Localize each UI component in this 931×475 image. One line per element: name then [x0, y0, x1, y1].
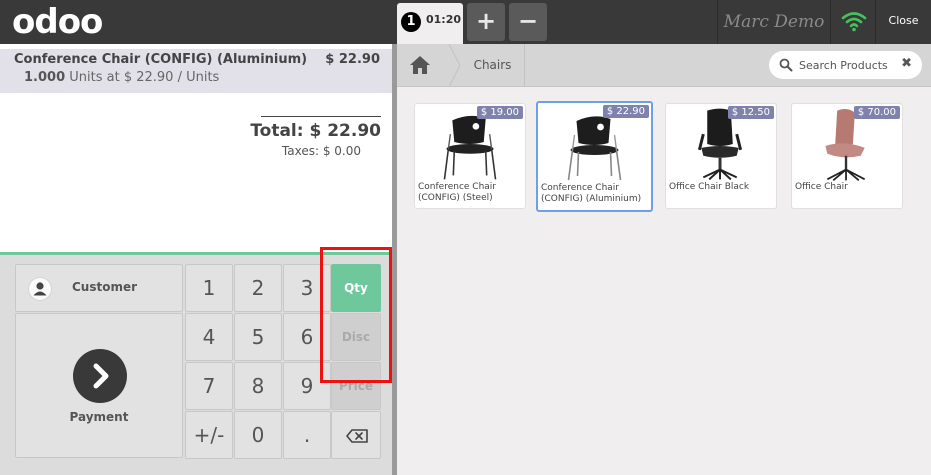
clear-search-icon[interactable]: ✖	[901, 56, 912, 71]
wifi-icon	[841, 12, 867, 32]
numpad-key-plus-minus[interactable]: +/-	[185, 411, 233, 459]
numpad-key-0[interactable]: 0	[234, 411, 282, 459]
order-taxes: Taxes: $ 0.00	[281, 144, 361, 158]
numpad-key-4[interactable]: 4	[185, 313, 233, 361]
backspace-button[interactable]	[331, 411, 381, 459]
order-line-product-name: Conference Chair (CONFIG) (Aluminium)	[14, 52, 308, 67]
order-line-price: $ 22.90	[325, 52, 380, 67]
customer-label: Customer	[72, 280, 138, 294]
breadcrumb-home[interactable]	[397, 44, 449, 87]
order-time: 01:20	[426, 13, 462, 26]
order-line-quantity: 1.000	[24, 70, 66, 85]
product-card[interactable]: $ 19.00 Conference Chair (CONFIG) (Steel…	[414, 103, 526, 209]
breadcrumb-chairs[interactable]: Chairs	[461, 44, 525, 87]
product-card-selected[interactable]: $ 22.90 Conference Chair (CONFIG) (Alumi…	[536, 101, 653, 212]
product-name: Office Chair	[795, 182, 848, 192]
backspace-icon	[346, 429, 368, 443]
customer-button[interactable]: Customer	[15, 264, 183, 312]
breadcrumb-chevron-icon	[449, 44, 461, 87]
odoo-logo: odoo	[12, 2, 103, 42]
product-name: Conference Chair (CONFIG) (Steel)	[418, 182, 496, 203]
remove-order-button[interactable]: −	[509, 3, 547, 41]
numpad-key-7[interactable]: 7	[185, 362, 233, 410]
order-line-detail: 1.000 Units at $ 22.90 / Units	[24, 70, 219, 85]
product-price-badge: $ 22.90	[602, 105, 649, 118]
username-button[interactable]: Marc Demo	[718, 0, 830, 44]
total-divider	[261, 116, 381, 117]
breadcrumb: Chairs ✖	[397, 44, 931, 87]
product-price-badge: $ 70.00	[853, 106, 900, 119]
search-input[interactable]	[799, 56, 899, 74]
customer-avatar-icon	[28, 277, 52, 301]
order-line-unit-text: Units at $ 22.90 / Units	[69, 70, 220, 85]
pos-app: odoo 1 01:20 + − Marc Demo Close Confere…	[0, 0, 931, 475]
add-order-button[interactable]: +	[467, 3, 505, 41]
numpad-key-1[interactable]: 1	[185, 264, 233, 312]
product-name: Office Chair Black	[669, 182, 750, 192]
search-box: ✖	[769, 51, 922, 79]
order-total: Total: $ 22.90	[250, 121, 381, 141]
close-button[interactable]: Close	[876, 0, 931, 44]
products-panel: Chairs ✖ $ 19.00 Conference Chair (CONFI…	[397, 44, 931, 475]
order-number-badge: 1	[401, 12, 421, 32]
numpad-key-2[interactable]: 2	[234, 264, 282, 312]
header-divider	[830, 0, 831, 44]
product-price-badge: $ 12.50	[727, 106, 774, 119]
numpad-key-5[interactable]: 5	[234, 313, 282, 361]
payment-arrow-icon	[73, 349, 127, 403]
order-line-selected[interactable]: Conference Chair (CONFIG) (Aluminium) $ …	[0, 49, 392, 93]
payment-label: Payment	[69, 410, 129, 424]
numpad-key-8[interactable]: 8	[234, 362, 282, 410]
product-card[interactable]: $ 70.00 Office Chair	[791, 103, 903, 209]
top-bar: odoo 1 01:20 + − Marc Demo Close	[0, 0, 931, 44]
annotation-highlight-box	[320, 247, 392, 383]
product-name: Conference Chair (CONFIG) (Aluminium)	[541, 183, 642, 204]
numpad-key-decimal[interactable]: .	[283, 411, 331, 459]
order-tab[interactable]: 1 01:20	[397, 3, 463, 44]
home-icon	[410, 56, 430, 74]
product-card[interactable]: $ 12.50 Office Chair Black	[665, 103, 777, 209]
payment-button[interactable]: Payment	[15, 313, 183, 458]
product-price-badge: $ 19.00	[476, 106, 523, 119]
search-icon	[779, 58, 793, 72]
